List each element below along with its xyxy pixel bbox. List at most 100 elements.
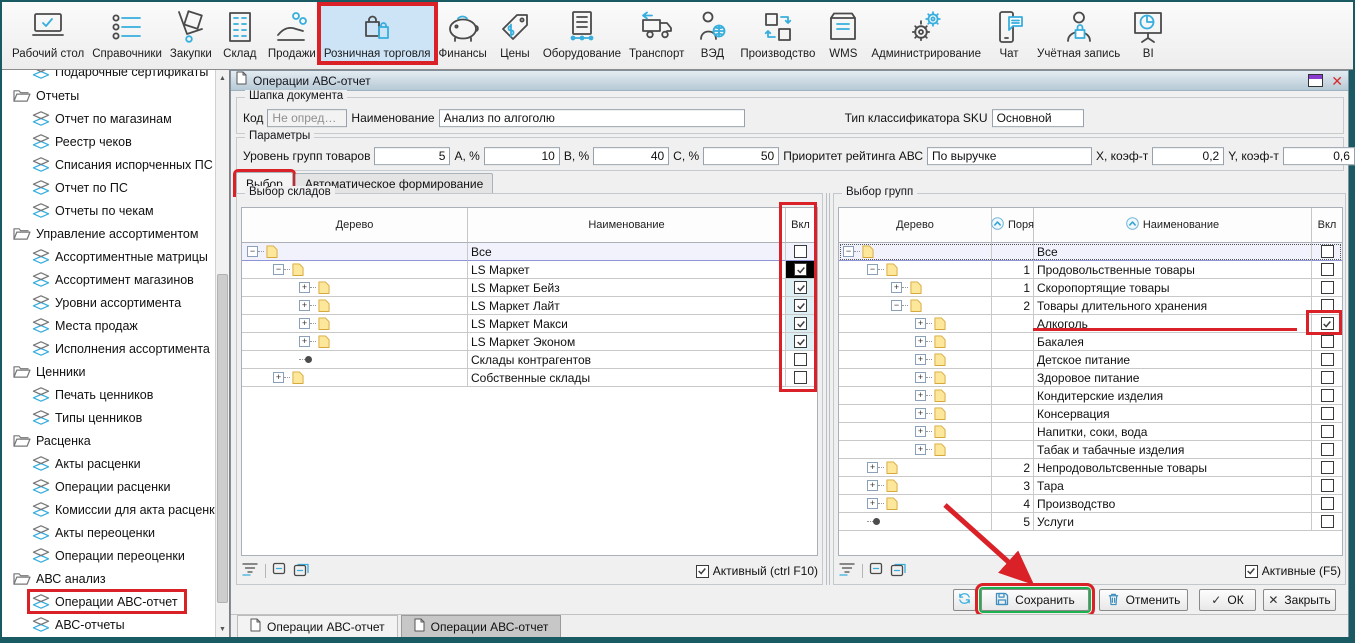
toolbar-item-list[interactable]: Справочники bbox=[88, 5, 166, 62]
table-row[interactable]: +Детское питание bbox=[839, 351, 1342, 369]
document-tab[interactable]: Операции АВС-отчет bbox=[401, 615, 562, 637]
name-cell[interactable]: Бакалея bbox=[1034, 333, 1312, 351]
column-header-Дерево[interactable]: Дерево bbox=[242, 208, 468, 243]
table-row[interactable]: +LS Маркет Эконом bbox=[242, 333, 817, 351]
checkbox[interactable] bbox=[1321, 281, 1334, 294]
tree-cell[interactable] bbox=[242, 351, 468, 369]
sidebar-item[interactable]: Исполнения ассортимента bbox=[2, 337, 216, 360]
y-coef-field[interactable] bbox=[1283, 147, 1355, 165]
checkbox[interactable] bbox=[794, 299, 807, 312]
vkl-cell[interactable] bbox=[1312, 441, 1342, 459]
checkbox[interactable] bbox=[1321, 515, 1334, 528]
table-row[interactable]: −Все bbox=[839, 243, 1342, 261]
table-row[interactable]: +LS Маркет Лайт bbox=[242, 297, 817, 315]
name-cell[interactable]: Непродовольтсвенные товары bbox=[1034, 459, 1312, 477]
filter-icon[interactable] bbox=[241, 561, 259, 581]
level-field[interactable] bbox=[374, 147, 450, 165]
name-cell[interactable]: Консервация bbox=[1034, 405, 1312, 423]
expand-node-icon[interactable]: + bbox=[299, 318, 310, 329]
name-cell[interactable]: Скоропортящие товары bbox=[1034, 279, 1312, 297]
checkbox[interactable] bbox=[1321, 407, 1334, 420]
table-row[interactable]: −LS Маркет bbox=[242, 261, 817, 279]
document-tab[interactable]: Операции АВС-отчет bbox=[237, 615, 398, 637]
collapse-all-icon[interactable] bbox=[890, 561, 907, 582]
close-window-icon[interactable]: ✕ bbox=[1331, 74, 1343, 88]
toolbar-item-pie-board[interactable]: BI bbox=[1124, 5, 1172, 62]
table-row[interactable]: +Кондитерские изделия bbox=[839, 387, 1342, 405]
name-cell[interactable]: LS Маркет Бейз bbox=[468, 279, 786, 297]
tree-cell[interactable]: + bbox=[839, 405, 992, 423]
expand-node-icon[interactable]: + bbox=[915, 408, 926, 419]
column-header-Поря[interactable]: Поря bbox=[992, 208, 1034, 243]
expand-node-icon[interactable]: + bbox=[915, 354, 926, 365]
tree-cell[interactable]: + bbox=[839, 315, 992, 333]
table-row[interactable]: +3Тара bbox=[839, 477, 1342, 495]
column-header-Наименование[interactable]: Наименование bbox=[468, 208, 786, 243]
vkl-cell[interactable] bbox=[1312, 297, 1342, 315]
cancel-button[interactable]: Отменить bbox=[1099, 589, 1188, 611]
sidebar-item[interactable]: Реестр чеков bbox=[2, 130, 216, 153]
panel-splitter[interactable] bbox=[824, 193, 832, 585]
collapse-node-icon[interactable]: − bbox=[843, 246, 854, 257]
vkl-cell[interactable] bbox=[786, 333, 815, 351]
sidebar-item[interactable]: Отчеты по чекам bbox=[2, 199, 216, 222]
name-cell[interactable]: Все bbox=[468, 243, 786, 261]
sidebar-item[interactable]: Места продаж bbox=[2, 314, 216, 337]
toolbar-item-cycle-squares[interactable]: Производство bbox=[736, 5, 819, 62]
expand-node-icon[interactable]: + bbox=[299, 300, 310, 311]
toolbar-item-trolley[interactable]: Закупки bbox=[166, 5, 216, 62]
abc-priority-field[interactable] bbox=[927, 147, 1092, 165]
sidebar-item[interactable]: Операции переоценки bbox=[2, 544, 216, 567]
vkl-cell[interactable] bbox=[1312, 495, 1342, 513]
expand-node-icon[interactable]: + bbox=[299, 336, 310, 347]
table-row[interactable]: 5Услуги bbox=[839, 513, 1342, 531]
vkl-cell[interactable] bbox=[1312, 369, 1342, 387]
name-cell[interactable]: Напитки, соки, вода bbox=[1034, 423, 1312, 441]
active-filter-checkbox[interactable]: Активный (ctrl F10) bbox=[696, 564, 818, 578]
tree-cell[interactable]: + bbox=[242, 297, 468, 315]
checkbox[interactable] bbox=[794, 245, 807, 258]
expand-node-icon[interactable]: + bbox=[915, 336, 926, 347]
toolbar-item-server[interactable]: Оборудование bbox=[539, 5, 625, 62]
toolbar-item-truck[interactable]: Транспорт bbox=[625, 5, 688, 62]
sidebar-item[interactable]: Ассортиментные матрицы bbox=[2, 245, 216, 268]
checkbox[interactable] bbox=[1321, 443, 1334, 456]
maximize-icon[interactable] bbox=[1308, 74, 1323, 87]
vkl-cell[interactable] bbox=[786, 315, 815, 333]
tree-cell[interactable]: + bbox=[839, 423, 992, 441]
vkl-cell[interactable] bbox=[1312, 387, 1342, 405]
filter-icon[interactable] bbox=[838, 561, 856, 581]
table-row[interactable]: +LS Маркет Макси bbox=[242, 315, 817, 333]
sidebar-item[interactable]: Операции АВС-отчет bbox=[2, 590, 216, 613]
collapse-node-icon[interactable]: − bbox=[247, 246, 258, 257]
tree-cell[interactable]: − bbox=[242, 261, 468, 279]
toolbar-item-price-tag[interactable]: Цены bbox=[491, 5, 539, 62]
checkbox[interactable] bbox=[1321, 263, 1334, 276]
checkbox[interactable] bbox=[1321, 389, 1334, 402]
sidebar-item[interactable]: Ассортимент магазинов bbox=[2, 268, 216, 291]
vkl-cell[interactable] bbox=[1312, 477, 1342, 495]
vkl-cell[interactable] bbox=[1312, 513, 1342, 531]
vkl-cell[interactable] bbox=[1312, 279, 1342, 297]
name-cell[interactable]: Здоровое питание bbox=[1034, 369, 1312, 387]
table-row[interactable]: Склады контрагентов bbox=[242, 351, 817, 369]
toolbar-item-person-lock[interactable]: Учётная запись bbox=[1033, 5, 1124, 62]
toolbar-item-piggy-bank[interactable]: Финансы bbox=[435, 5, 491, 62]
tree-cell[interactable]: + bbox=[839, 279, 992, 297]
sidebar-item[interactable]: Отчет по магазинам bbox=[2, 107, 216, 130]
expand-node-icon[interactable]: + bbox=[915, 372, 926, 383]
checkbox[interactable] bbox=[794, 371, 807, 384]
tree-cell[interactable]: + bbox=[242, 279, 468, 297]
c-percent-field[interactable] bbox=[703, 147, 779, 165]
scrollbar-thumb[interactable] bbox=[217, 274, 228, 603]
column-header-Дерево[interactable]: Дерево bbox=[839, 208, 992, 243]
table-row[interactable]: +4Производство bbox=[839, 495, 1342, 513]
sidebar-item[interactable]: АВС-отчеты bbox=[2, 613, 216, 636]
vkl-cell[interactable] bbox=[1312, 315, 1342, 333]
checkbox[interactable] bbox=[1321, 461, 1334, 474]
sidebar-item[interactable]: АВС анализ bbox=[2, 567, 216, 590]
sidebar-scrollbar[interactable]: ▲ ▼ bbox=[215, 70, 229, 637]
sku-type-field[interactable] bbox=[992, 109, 1084, 127]
tree-cell[interactable]: + bbox=[839, 477, 992, 495]
scroll-up-icon[interactable]: ▲ bbox=[216, 71, 229, 85]
